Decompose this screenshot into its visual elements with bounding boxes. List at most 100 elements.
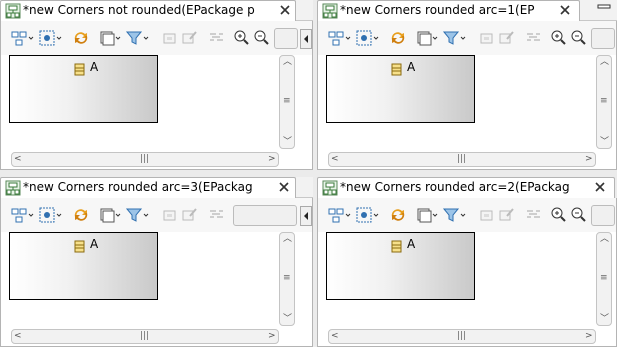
- view-menu-icon[interactable]: [300, 29, 312, 49]
- scroll-down-arrow[interactable]: ﹀: [600, 137, 609, 147]
- diagram-editor-icon: [5, 180, 21, 196]
- horizontal-scrollbar[interactable]: < ||| >: [328, 152, 596, 167]
- select-all-icon[interactable]: [355, 28, 381, 48]
- tab-title: *new Corners rounded arc=3(EPackag: [23, 180, 253, 194]
- vertical-scrollbar[interactable]: ︿ ≡ ﹀: [279, 55, 295, 149]
- scroll-up-arrow[interactable]: ︿: [600, 234, 609, 244]
- scroll-down-arrow[interactable]: ﹀: [600, 314, 609, 324]
- arrange-all-icon[interactable]: [11, 205, 35, 225]
- diagram-toolbar: [318, 21, 616, 55]
- scroll-grip: ≡: [283, 273, 291, 283]
- filter-icon[interactable]: [442, 28, 468, 48]
- tab-bar: *new Corners rounded arc=2(EPackag: [317, 177, 617, 198]
- layers-icon[interactable]: [99, 205, 123, 225]
- layers-icon[interactable]: [416, 28, 440, 48]
- refresh-icon[interactable]: [388, 28, 408, 48]
- minimize-icon[interactable]: [596, 2, 612, 16]
- class-node[interactable]: A: [326, 232, 475, 300]
- select-all-icon[interactable]: [355, 205, 381, 225]
- vertical-scrollbar[interactable]: ︿ ≡ ﹀: [596, 232, 612, 326]
- eclass-icon: [391, 240, 402, 253]
- scroll-right-arrow[interactable]: >: [268, 154, 276, 164]
- scroll-right-arrow[interactable]: >: [268, 331, 276, 341]
- scroll-right-arrow[interactable]: >: [585, 154, 593, 164]
- close-icon[interactable]: [593, 180, 607, 194]
- close-icon[interactable]: [277, 180, 291, 194]
- filter-icon[interactable]: [442, 205, 468, 225]
- tab-not-rounded[interactable]: *new Corners not rounded(EPackage p: [0, 0, 296, 21]
- arrange-all-icon[interactable]: [328, 205, 352, 225]
- arrange-all-icon[interactable]: [328, 28, 352, 48]
- refresh-icon[interactable]: [71, 205, 91, 225]
- filter-icon[interactable]: [125, 28, 151, 48]
- horizontal-scrollbar[interactable]: < ||| >: [328, 329, 596, 344]
- tab-fill: [296, 177, 313, 198]
- diagram-editor-icon: [322, 3, 338, 19]
- tab-arc-3[interactable]: *new Corners rounded arc=3(EPackag: [0, 177, 296, 198]
- scroll-left-arrow[interactable]: <: [331, 154, 339, 164]
- horizontal-scrollbar[interactable]: < ||| >: [11, 152, 279, 167]
- delete-disabled-icon: [207, 205, 225, 225]
- class-node[interactable]: A: [9, 55, 158, 123]
- zoom-out-icon[interactable]: [570, 28, 588, 48]
- editor-arc-1: *new Corners rounded arc=1(EP A ︿ ≡ ﹀ < …: [317, 0, 617, 170]
- layers-icon[interactable]: [99, 28, 123, 48]
- eclass-icon: [74, 63, 85, 76]
- zoom-out-icon[interactable]: [253, 28, 271, 48]
- zoom-combo[interactable]: [591, 205, 615, 226]
- zoom-combo[interactable]: [591, 28, 615, 49]
- layers-icon[interactable]: [416, 205, 440, 225]
- scroll-left-arrow[interactable]: <: [14, 154, 22, 164]
- filter-icon[interactable]: [125, 205, 151, 225]
- zoom-in-icon[interactable]: [233, 28, 251, 48]
- eclass-icon: [391, 63, 402, 76]
- zoom-in-icon[interactable]: [550, 28, 568, 48]
- edit-disabled-icon: [498, 205, 516, 225]
- delete-disabled-icon: [524, 28, 542, 48]
- delete-disabled-icon: [207, 28, 225, 48]
- tab-arc-2[interactable]: *new Corners rounded arc=2(EPackag: [317, 177, 615, 198]
- select-all-icon[interactable]: [38, 205, 64, 225]
- scroll-grip: |||: [457, 331, 467, 341]
- scroll-grip: ≡: [283, 96, 291, 106]
- scroll-up-arrow[interactable]: ︿: [283, 57, 292, 67]
- diagram-editor-icon: [322, 180, 338, 196]
- tab-arc-1[interactable]: *new Corners rounded arc=1(EP: [317, 0, 580, 21]
- vertical-scrollbar[interactable]: ︿ ≡ ﹀: [596, 55, 612, 149]
- horizontal-scrollbar[interactable]: < ||| >: [11, 329, 279, 344]
- view-menu-icon[interactable]: [300, 206, 312, 226]
- edit-disabled-icon: [181, 28, 199, 48]
- zoom-in-icon[interactable]: [550, 205, 568, 225]
- zoom-combo[interactable]: [233, 205, 297, 226]
- scroll-grip: |||: [457, 154, 467, 164]
- scroll-down-arrow[interactable]: ﹀: [283, 137, 292, 147]
- class-node[interactable]: A: [9, 232, 158, 300]
- close-icon[interactable]: [278, 3, 292, 17]
- tab-fill: [580, 0, 617, 21]
- scroll-up-arrow[interactable]: ︿: [283, 234, 292, 244]
- scroll-left-arrow[interactable]: <: [331, 331, 339, 341]
- eclass-icon: [74, 240, 85, 253]
- scroll-grip: |||: [140, 331, 150, 341]
- class-node[interactable]: A: [326, 55, 475, 123]
- vertical-scrollbar[interactable]: ︿ ≡ ﹀: [279, 232, 295, 326]
- diagram-toolbar: [318, 198, 616, 232]
- diagram-editor-icon: [5, 3, 21, 19]
- arrange-all-icon[interactable]: [11, 28, 35, 48]
- refresh-icon[interactable]: [71, 28, 91, 48]
- zoom-combo[interactable]: [274, 28, 298, 49]
- scroll-up-arrow[interactable]: ︿: [600, 57, 609, 67]
- class-label: A: [407, 60, 416, 74]
- zoom-out-icon[interactable]: [570, 205, 588, 225]
- scroll-left-arrow[interactable]: <: [14, 331, 22, 341]
- refresh-icon[interactable]: [388, 205, 408, 225]
- class-label: A: [407, 237, 416, 251]
- scroll-down-arrow[interactable]: ﹀: [283, 314, 292, 324]
- close-icon[interactable]: [558, 3, 572, 17]
- scroll-right-arrow[interactable]: >: [585, 331, 593, 341]
- tab-title: *new Corners rounded arc=1(EP: [340, 3, 535, 17]
- select-all-icon[interactable]: [38, 28, 64, 48]
- scroll-grip: ≡: [600, 96, 608, 106]
- tab-bar: *new Corners not rounded(EPackage p: [0, 0, 313, 21]
- tab-bar: *new Corners rounded arc=3(EPackag: [0, 177, 313, 198]
